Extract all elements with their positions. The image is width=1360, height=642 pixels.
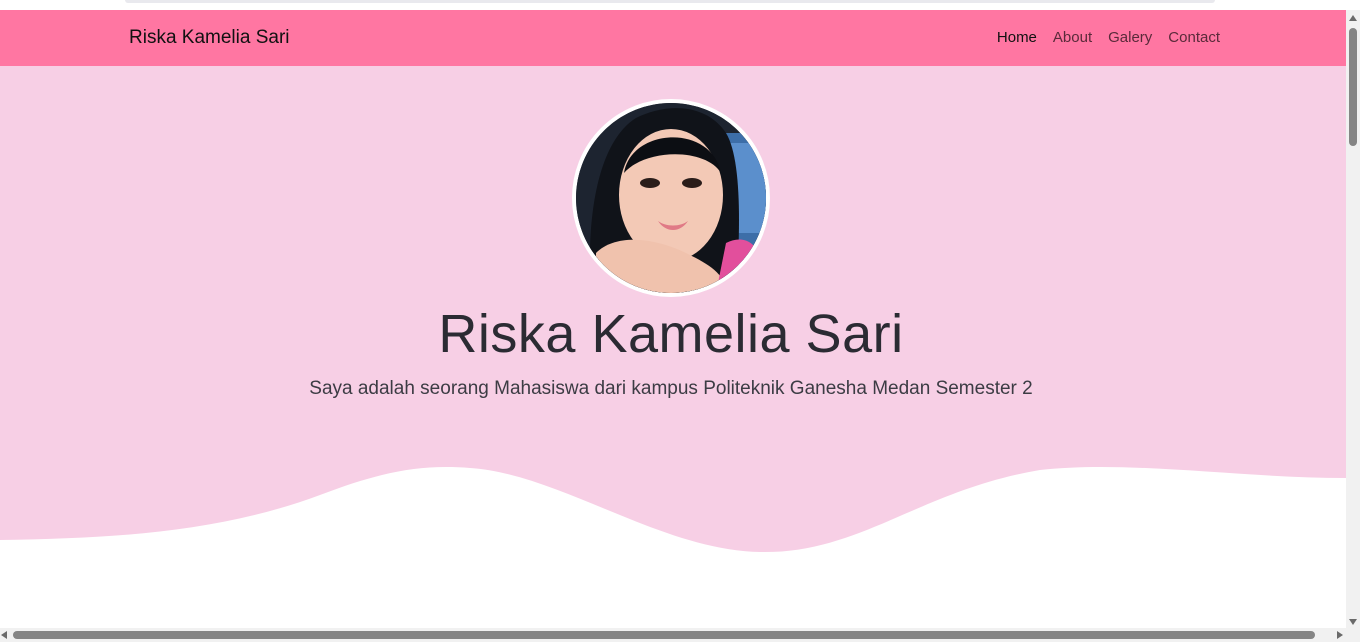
scroll-right-icon[interactable] [1337,631,1343,639]
profile-avatar [572,99,770,297]
nav-link-galery[interactable]: Galery [1108,29,1152,46]
horizontal-scroll-thumb[interactable] [13,631,1315,639]
scrollbar-corner [1346,628,1360,642]
scroll-left-icon[interactable] [1,631,7,639]
top-strip-bar [125,0,1215,3]
vertical-scrollbar[interactable] [1346,10,1360,628]
horizontal-scrollbar[interactable] [0,628,1346,642]
navbar-brand[interactable]: Riska Kamelia Sari [129,27,290,49]
profile-photo-icon [576,103,766,293]
vertical-scroll-thumb[interactable] [1349,28,1357,146]
nav-links: Home About Galery Contact [997,29,1220,46]
scroll-up-icon[interactable] [1349,15,1357,21]
hero-name: Riska Kamelia Sari [438,304,904,364]
navbar: Riska Kamelia Sari Home About Galery Con… [0,10,1346,66]
hero-wave-divider [0,466,1346,580]
nav-link-home[interactable]: Home [997,29,1037,46]
scroll-down-icon[interactable] [1349,619,1357,625]
hero-description: Saya adalah seorang Mahasiswa dari kampu… [309,378,1033,399]
browser-viewport: Riska Kamelia Sari Home About Galery Con… [0,0,1360,642]
nav-link-about[interactable]: About [1053,29,1092,46]
top-strip [0,0,1346,10]
nav-link-contact[interactable]: Contact [1168,29,1220,46]
